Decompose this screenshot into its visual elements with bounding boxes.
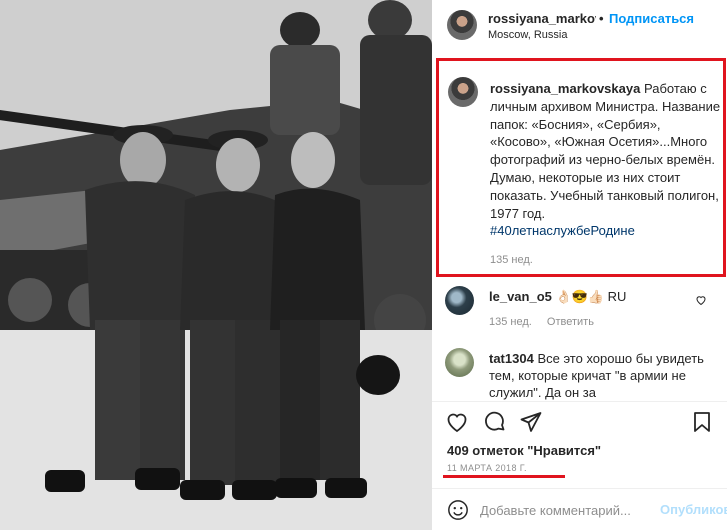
comment-text: le_van_o5 👌🏻😎👍🏻 RU <box>489 289 626 305</box>
comment-time[interactable]: 135 нед. <box>489 316 532 328</box>
comment-username[interactable]: le_van_o5 <box>489 289 552 304</box>
commenter-avatar[interactable] <box>445 286 474 315</box>
add-comment-bar: Опубликовать <box>432 488 727 530</box>
author-username[interactable]: rossiyana_markovs <box>488 11 596 26</box>
caption-time[interactable]: 135 нед. <box>490 254 533 266</box>
post-date[interactable]: 11 МАРТА 2018 Г. <box>447 463 527 473</box>
post-location[interactable]: Moscow, Russia <box>488 29 567 41</box>
follow-button[interactable]: Подписаться <box>609 11 694 26</box>
comment-item: le_van_o5 👌🏻😎👍🏻 RU 135 нед. Ответить <box>432 286 727 334</box>
reply-button[interactable]: Ответить <box>547 316 594 328</box>
caption-username[interactable]: rossiyana_markovskaya <box>490 81 640 96</box>
likes-count[interactable]: 409 отметок "Нравится" <box>447 443 601 458</box>
commenter-avatar[interactable] <box>445 348 474 377</box>
comment-icon[interactable] <box>483 410 507 434</box>
caption-highlight-box: rossiyana_markovskaya Работаю с личным а… <box>436 58 726 277</box>
post-photo[interactable] <box>0 0 432 530</box>
share-icon[interactable] <box>519 410 543 434</box>
black-and-white-soldiers-photo <box>0 0 432 530</box>
comment-body: 👌🏻😎👍🏻 RU <box>555 289 627 304</box>
action-bar <box>432 404 727 438</box>
comment-text: tat1304 Все это хорошо бы увидеть тем, к… <box>489 350 704 401</box>
comment-input[interactable] <box>480 501 640 519</box>
post-caption: rossiyana_markovskaya Работаю с личным а… <box>490 80 722 240</box>
date-highlight-underline <box>443 475 565 478</box>
caption-body: Работаю с личным архивом Министра. Назва… <box>490 81 721 221</box>
author-avatar[interactable] <box>447 10 477 40</box>
post-header: rossiyana_markovs • Подписаться Moscow, … <box>432 0 727 50</box>
heart-icon[interactable] <box>445 410 469 434</box>
comment-username[interactable]: tat1304 <box>489 351 534 366</box>
post-side-panel: rossiyana_markovs • Подписаться Moscow, … <box>432 0 727 530</box>
emoji-icon[interactable] <box>447 499 469 521</box>
bookmark-icon[interactable] <box>690 410 714 434</box>
caption-hashtag[interactable]: #40летнаслужбеРодине <box>490 222 722 240</box>
comment-item: tat1304 Все это хорошо бы увидеть тем, к… <box>432 346 727 406</box>
header-separator: • <box>599 11 604 26</box>
publish-button[interactable]: Опубликовать <box>660 502 727 517</box>
comment-heart-icon[interactable] <box>695 294 707 306</box>
comment-meta: 135 нед. Ответить <box>489 316 594 328</box>
caption-author-avatar[interactable] <box>448 77 478 107</box>
divider <box>432 401 727 402</box>
